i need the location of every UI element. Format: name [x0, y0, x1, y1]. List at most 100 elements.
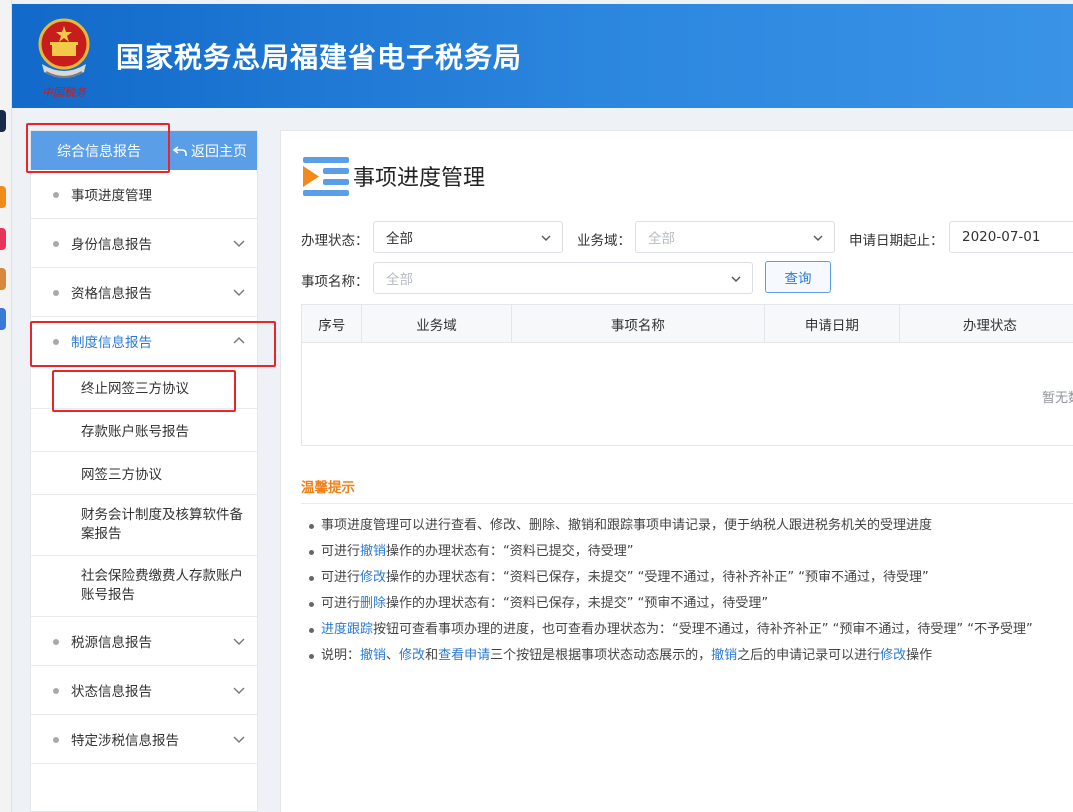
tip-item: 事项进度管理可以进行查看、修改、删除、撤销和跟踪事项申请记录，便于纳税人跟进税务…	[307, 513, 1033, 539]
tip-text: 、	[386, 648, 400, 663]
sidebar-item-label: 身份信息报告	[71, 237, 152, 253]
tip-text: 操作	[906, 648, 933, 663]
bullet-icon	[53, 737, 59, 743]
taskbar-icon[interactable]	[0, 186, 6, 208]
sidebar-item-status[interactable]: 状态信息报告	[31, 666, 257, 715]
return-home-label: 返回主页	[191, 143, 247, 160]
sub-item-deposit-account[interactable]: 存款账户账号报告	[31, 409, 257, 452]
sub-item-social-insurance-account[interactable]: 社会保险费缴费人存款账户账号报告	[31, 556, 257, 617]
bullet-icon	[53, 192, 59, 198]
tip-text: 操作的办理状态有：“资料已保存，未提交” “预审不通过，待受理”	[386, 596, 769, 611]
chevron-down-icon	[233, 736, 245, 743]
column-header[interactable]: 办理状态	[900, 305, 1073, 342]
empty-table-text: 暂无数据	[1042, 391, 1073, 406]
sidebar-item-label: 税源信息报告	[71, 635, 152, 651]
domain-label: 业务域：	[577, 233, 631, 249]
tip-action-link[interactable]: 修改	[880, 648, 906, 663]
tips-title: 温馨提示	[301, 480, 355, 496]
column-header[interactable]: 业务域	[362, 305, 512, 342]
desktop-edge	[0, 0, 12, 812]
taskbar-icon[interactable]	[0, 268, 6, 290]
site-header: 中国税务 国家税务总局福建省电子税务局	[12, 4, 1073, 108]
sub-item-accounting-system[interactable]: 财务会计制度及核算软件备案报告	[31, 495, 257, 556]
tip-action-link[interactable]: 进度跟踪	[321, 622, 373, 637]
tip-item: 可进行撤销操作的办理状态有：“资料已提交，待受理”	[307, 539, 1033, 565]
tip-text: 按钮可查看事项办理的进度，也可查看办理状态为：“受理不通过，待补齐补正” “预审…	[373, 622, 1033, 637]
status-select[interactable]: 全部	[373, 221, 563, 253]
chevron-down-icon	[813, 235, 823, 241]
status-select-value: 全部	[386, 231, 413, 247]
domain-select[interactable]: 全部	[635, 221, 835, 253]
sidebar-item-qualification[interactable]: 资格信息报告	[31, 268, 257, 317]
tip-action-link[interactable]: 撤销	[711, 648, 737, 663]
annotation-box-report-tab	[26, 123, 170, 173]
taskbar-icon[interactable]	[0, 308, 6, 330]
bullet-icon	[53, 290, 59, 296]
results-table: 序号 业务域 事项名称 申请日期 办理状态 暂无数据	[301, 304, 1073, 446]
item-name-placeholder: 全部	[386, 272, 413, 288]
chevron-down-icon	[233, 687, 245, 694]
annotation-box-system-report	[30, 321, 276, 367]
tip-action-link[interactable]: 删除	[360, 596, 386, 611]
tips-list: 事项进度管理可以进行查看、修改、删除、撤销和跟踪事项申请记录，便于纳税人跟进税务…	[307, 513, 1033, 669]
sidebar-item-progress[interactable]: 事项进度管理	[31, 170, 257, 219]
sidebar-item-tax-source[interactable]: 税源信息报告	[31, 617, 257, 666]
taskbar-icon[interactable]	[0, 228, 6, 250]
site-title: 国家税务总局福建省电子税务局	[116, 41, 523, 74]
sidebar-item-label: 事项进度管理	[71, 188, 152, 204]
query-button[interactable]: 查询	[765, 261, 831, 293]
domain-select-placeholder: 全部	[648, 231, 675, 247]
chevron-down-icon	[731, 276, 741, 282]
return-home-link[interactable]: 返回主页	[173, 141, 247, 161]
logo-text: 中国税务	[42, 86, 87, 99]
tip-item: 可进行修改操作的办理状态有：“资料已保存，未提交” “受理不通过，待补齐补正” …	[307, 565, 1033, 591]
sidebar-item-label: 资格信息报告	[71, 286, 152, 302]
tip-item: 可进行删除操作的办理状态有：“资料已保存，未提交” “预审不通过，待受理”	[307, 591, 1033, 617]
bullet-icon	[53, 639, 59, 645]
sidebar-item-specific-tax[interactable]: 特定涉税信息报告	[31, 715, 257, 764]
chevron-down-icon	[233, 638, 245, 645]
start-date-value: 2020-07-01	[962, 229, 1041, 245]
column-header[interactable]: 序号	[302, 305, 363, 342]
tip-text: 操作的办理状态有：“资料已提交，待受理”	[386, 544, 634, 559]
tip-text: 说明：	[321, 648, 361, 663]
column-header[interactable]: 申请日期	[765, 305, 900, 342]
sidebar-item-label: 特定涉税信息报告	[71, 733, 179, 749]
tip-item: 进度跟踪按钮可查看事项办理的进度，也可查看办理状态为：“受理不通过，待补齐补正”…	[307, 617, 1033, 643]
chevron-down-icon	[233, 289, 245, 296]
start-date-input[interactable]: 2020-07-01	[949, 221, 1073, 253]
sidebar: 综合信息报告 返回主页 事项进度管理 身份信息报告 资格信息报告 制度信息报告 …	[30, 130, 258, 812]
taskbar-icon[interactable]	[0, 110, 6, 132]
status-label: 办理状态：	[301, 233, 369, 249]
column-header[interactable]: 事项名称	[512, 305, 766, 342]
return-arrow-icon	[173, 145, 187, 156]
tip-text: 之后的申请记录可以进行	[737, 648, 881, 663]
chevron-down-icon	[233, 240, 245, 247]
tip-text: 可进行	[321, 596, 361, 611]
tip-action-link[interactable]: 撤销	[360, 544, 386, 559]
tip-action-link[interactable]: 修改	[360, 570, 386, 585]
tip-text: 操作的办理状态有：“资料已保存，未提交” “受理不通过，待补齐补正” “预审不通…	[386, 570, 929, 585]
tip-text: 三个按钮是根据事项状态动态展示的，	[490, 648, 712, 663]
bullet-icon	[53, 688, 59, 694]
tip-action-link[interactable]: 查看申请	[438, 648, 490, 663]
table-header: 序号 业务域 事项名称 申请日期 办理状态	[302, 305, 1073, 343]
tips-divider	[301, 503, 1073, 504]
annotation-box-terminate-agreement	[52, 370, 236, 412]
tax-emblem-logo: 中国税务	[38, 18, 90, 99]
tip-text: 事项进度管理可以进行查看、修改、删除、撤销和跟踪事项申请记录，便于纳税人跟进税务…	[321, 518, 933, 533]
tip-action-link[interactable]: 修改	[399, 648, 425, 663]
tip-item: 说明：撤销、修改和查看申请三个按钮是根据事项状态动态展示的，撤销之后的申请记录可…	[307, 643, 1033, 669]
main-panel: 事项进度管理 办理状态： 全部 业务域： 全部 申请日期起止： 2020-07-…	[280, 130, 1073, 812]
sidebar-item-label: 状态信息报告	[71, 684, 152, 700]
list-menu-icon	[303, 157, 349, 196]
tip-text: 可进行	[321, 570, 361, 585]
item-name-select[interactable]: 全部	[373, 262, 753, 294]
tip-text: 和	[425, 648, 439, 663]
bullet-icon	[53, 241, 59, 247]
chevron-down-icon	[541, 235, 551, 241]
sidebar-item-identity[interactable]: 身份信息报告	[31, 219, 257, 268]
sub-item-online-agreement[interactable]: 网签三方协议	[31, 452, 257, 495]
page-title: 事项进度管理	[353, 166, 486, 191]
tip-action-link[interactable]: 撤销	[360, 648, 386, 663]
